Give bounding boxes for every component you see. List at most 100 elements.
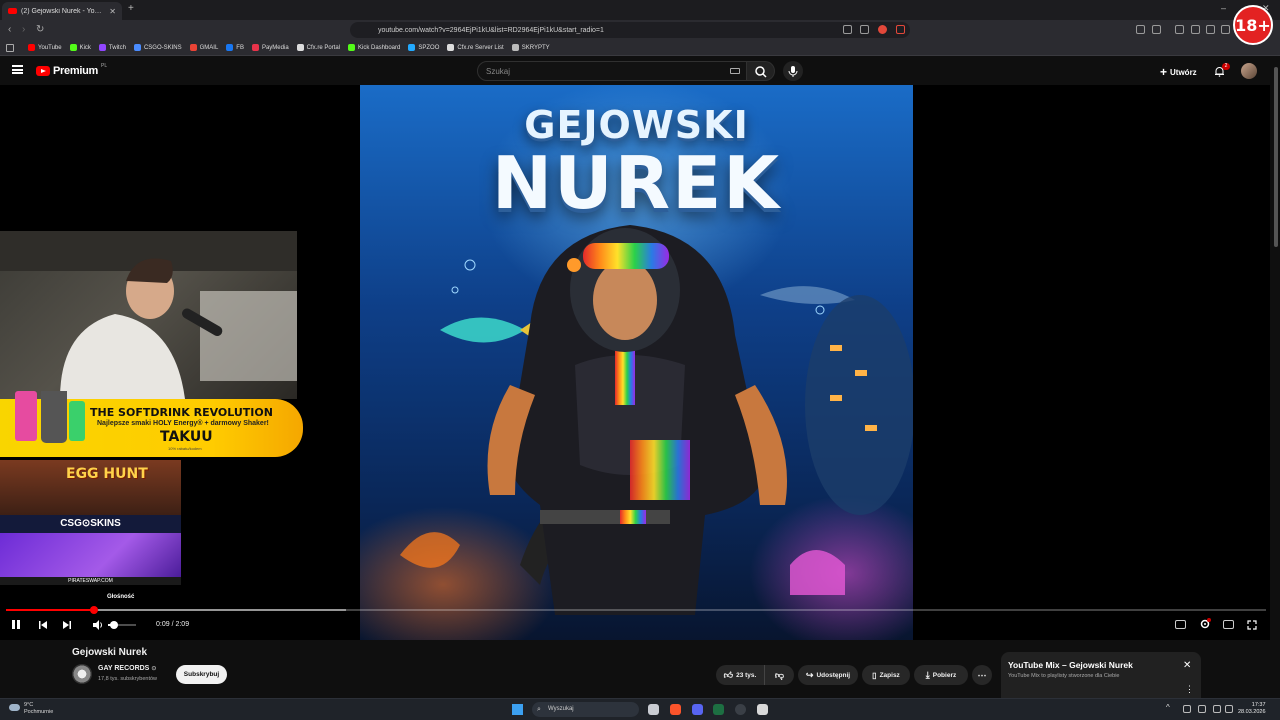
volume-icon[interactable] [92, 619, 104, 631]
progress-bar[interactable] [6, 606, 1266, 614]
taskbar-search[interactable]: ⌕ Wyszukaj [532, 702, 639, 717]
bookmark-item[interactable]: GMAIL [189, 44, 218, 51]
menu-icon[interactable] [12, 65, 23, 74]
taskbar-search-label: Wyszukaj [548, 706, 574, 712]
forward-icon[interactable]: › [22, 24, 25, 35]
subtitles-icon[interactable] [1175, 620, 1186, 629]
bookmark-item[interactable]: Kick [69, 44, 91, 51]
streamer-webcam [0, 231, 297, 399]
pirateswap-banner [0, 533, 181, 577]
search-button[interactable] [747, 61, 775, 81]
windows-start-icon[interactable] [512, 704, 523, 715]
page-scrollbar[interactable] [1272, 57, 1280, 698]
bookmark-item[interactable]: SPZOO [408, 44, 439, 51]
share-icon[interactable] [860, 25, 869, 34]
previous-icon[interactable] [38, 620, 48, 630]
url-field[interactable]: youtube.com/watch?v=2964EjPi1kU&list=RD2… [350, 22, 910, 38]
search-icon: ⌕ [537, 706, 541, 713]
mix-playlist-panel: YouTube Mix – Gejowski Nurek YouTube Mix… [1001, 652, 1201, 700]
close-icon[interactable]: ✕ [1183, 660, 1191, 671]
share-button[interactable]: ↪ Udostępnij [798, 665, 858, 685]
profile-icon[interactable] [1221, 25, 1230, 34]
more-vertical-icon[interactable]: ⋮ [1185, 684, 1194, 695]
video-artwork: GEJOWSKI NUREK [360, 85, 913, 640]
browser-tab[interactable]: (2) Gejowski Nurek - YouTube ✕ [2, 2, 122, 20]
rewards-icon[interactable] [896, 25, 905, 34]
pause-button[interactable] [12, 620, 20, 629]
network-icon[interactable] [1213, 705, 1221, 713]
apps-icon[interactable] [6, 43, 14, 52]
microphone-tray-icon[interactable] [1198, 705, 1206, 713]
settings-gear-icon[interactable] [1199, 618, 1211, 630]
save-button[interactable]: ▯ Zapisz [862, 665, 910, 685]
cast-icon[interactable] [843, 25, 852, 34]
video-player[interactable]: GEJOWSKI NUREK THE SOFTDRINK REVOLUTION … [0, 85, 1270, 640]
bookmark-item[interactable]: Cfx.re Server List [447, 44, 504, 51]
tray-icon[interactable] [1183, 705, 1191, 713]
obs-icon[interactable] [735, 704, 746, 715]
chevron-up-icon[interactable]: ^ [1166, 703, 1170, 712]
channel-name-text: GAY RECORDS [98, 665, 150, 672]
new-tab-icon[interactable]: + [128, 3, 134, 14]
dislike-button[interactable]: 👎︎ [764, 665, 794, 685]
user-avatar[interactable] [1241, 63, 1257, 79]
app-icon[interactable] [757, 704, 768, 715]
download-icon[interactable] [1175, 25, 1184, 34]
bookmark-item[interactable]: PayMedia [251, 44, 289, 51]
more-actions-button[interactable]: ⋯ [972, 665, 992, 685]
share-arrow-icon: ↪ [805, 669, 814, 680]
brave-browser-icon[interactable] [670, 704, 681, 715]
diver-illustration [400, 225, 913, 615]
download-button[interactable]: ⤓ Pobierz [914, 665, 968, 685]
scrollbar-thumb[interactable] [1274, 67, 1278, 247]
next-icon[interactable] [62, 620, 72, 630]
bookmark-item[interactable]: CSGO-SKINS [133, 44, 182, 51]
task-view-icon[interactable] [648, 704, 659, 715]
logo-text: Premium [53, 65, 98, 77]
folder-icon [511, 44, 519, 51]
voice-search-button[interactable] [783, 61, 803, 81]
cfx-icon [447, 44, 455, 51]
subscribe-button[interactable]: Subskrybuj [176, 665, 227, 684]
mix-subtitle: YouTube Mix to playlisty stworzone dla C… [1008, 673, 1120, 679]
brave-shield-icon[interactable] [878, 25, 887, 34]
create-button[interactable]: + Utwórz [1160, 65, 1197, 79]
extension-icon[interactable] [1136, 25, 1145, 34]
like-button[interactable]: 👍︎ 23 tys. [716, 665, 764, 685]
music-icon[interactable] [1191, 25, 1200, 34]
bookmark-item[interactable]: Cfx.re Portal [296, 44, 340, 51]
bookmark-item[interactable]: Twitch [98, 44, 126, 51]
youtube-logo[interactable]: Premium PL [36, 63, 107, 77]
egg-hunt-banner: EGG HUNT [0, 460, 181, 515]
discord-icon[interactable] [692, 704, 703, 715]
fullscreen-icon[interactable] [1247, 620, 1257, 630]
bookmark-item[interactable]: YouTube [28, 44, 62, 51]
sidebar-icon[interactable] [1206, 25, 1215, 34]
search-input[interactable]: Szukaj [477, 61, 747, 81]
speaker-icon[interactable] [1225, 705, 1233, 713]
volume-knob[interactable] [109, 621, 118, 629]
back-icon[interactable]: ‹ [8, 24, 11, 35]
channel-avatar[interactable] [72, 664, 92, 684]
close-tab-icon[interactable]: ✕ [109, 7, 116, 16]
minimize-icon[interactable]: – [1221, 3, 1226, 13]
browser-tab-bar: (2) Gejowski Nurek - YouTube ✕ + – ✕ [0, 0, 1280, 20]
weather-widget[interactable]: 9°C Pochmurnie [9, 702, 53, 716]
excel-icon[interactable] [713, 704, 724, 715]
sponsor-banner[interactable]: THE SOFTDRINK REVOLUTION Najlepsze smaki… [0, 391, 303, 457]
scrubber-handle[interactable] [90, 606, 99, 614]
volume-slider[interactable] [108, 621, 136, 629]
wallet-icon[interactable] [1152, 25, 1161, 34]
channel-name[interactable]: GAY RECORDS ⊙ [98, 665, 156, 672]
bookmark-item[interactable]: Kick Dashboard [348, 44, 400, 51]
like-count: 23 tys. [736, 671, 757, 679]
bookmark-item[interactable]: FB [226, 44, 244, 51]
miniplayer-icon[interactable] [1223, 620, 1234, 629]
system-clock[interactable]: 17:37 28.03.2026 [1238, 702, 1266, 716]
bookmark-item[interactable]: SKRYPTY [511, 44, 550, 51]
promo-small-print: 10% rabatu/kodem [168, 446, 202, 451]
reload-icon[interactable]: ↻ [36, 24, 44, 35]
keyboard-icon[interactable] [730, 68, 740, 74]
microphone-icon [788, 66, 798, 77]
facebook-icon [226, 44, 234, 51]
